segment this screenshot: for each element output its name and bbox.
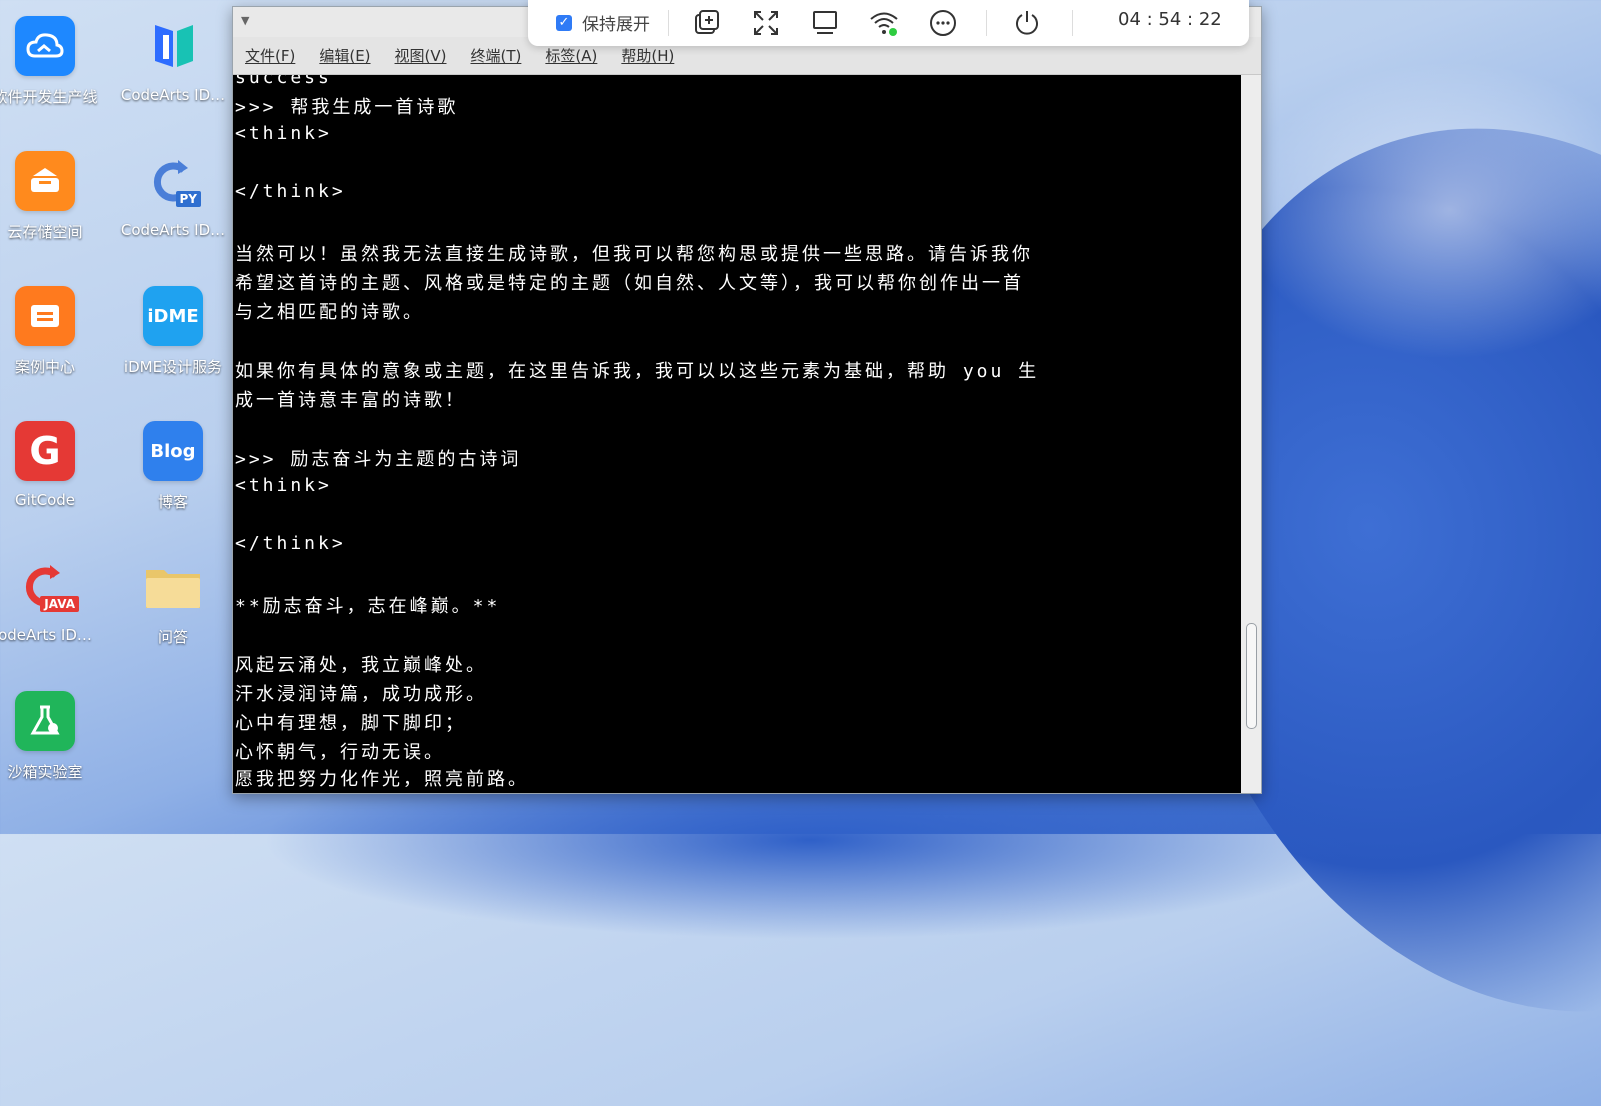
menu-help[interactable]: 帮助(H): [621, 45, 674, 66]
toolbar-divider: [986, 10, 987, 36]
menu-view[interactable]: 视图(V): [395, 45, 447, 66]
power-icon[interactable]: [1010, 6, 1044, 40]
desktop-icon-codearts-py[interactable]: PY CodeArts ID…: [110, 151, 236, 239]
add-window-icon[interactable]: [690, 6, 724, 40]
vertical-scrollbar[interactable]: [1241, 75, 1261, 793]
idme-icon: iDME: [143, 286, 203, 346]
menu-tabs[interactable]: 标签(A): [545, 45, 597, 66]
desktop-icon-label: iDME设计服务: [123, 358, 223, 376]
desktop-icon-case-center[interactable]: 案例中心: [0, 286, 108, 377]
keep-expanded-toggle[interactable]: ✓ 保持展开: [556, 10, 650, 35]
terminal-line: 心怀朝气，行动无误。: [235, 742, 445, 763]
terminal-line: 希望这首诗的主题、风格或是特定的主题（如自然、人文等），我可以帮你创作出一首: [235, 273, 1024, 294]
terminal-line: 与之相匹配的诗歌。: [235, 302, 424, 323]
terminal-line: </think>: [235, 533, 346, 554]
terminal-line: 汗水浸润诗篇，成功成形。: [235, 684, 487, 705]
terminal-line: 当然可以！虽然我无法直接生成诗歌，但我可以帮您构思或提供一些思路。请告诉我你: [235, 244, 1033, 265]
desktop-icon-label: odeArts ID…: [0, 626, 92, 644]
desktop-icon-sandbox-lab[interactable]: 沙箱实验室: [0, 691, 108, 782]
desktop-icon-qa-folder[interactable]: 问答: [110, 556, 236, 647]
terminal-line: </think>: [235, 181, 346, 202]
blog-icon: Blog: [143, 421, 203, 481]
terminal-line: >>> 帮我生成一首诗歌: [235, 97, 459, 118]
gitcode-icon: G: [15, 421, 75, 481]
terminal-line: **励志奋斗，志在峰巅。**: [235, 596, 501, 617]
desktop-icon-label: 沙箱实验室: [7, 763, 83, 781]
desktop-icon-label: 案例中心: [14, 358, 75, 376]
session-clock: 04 : 54 : 22: [1118, 9, 1222, 30]
desktop-icon-label: 软件开发生产线: [0, 88, 98, 106]
desktop-icon-devcloud[interactable]: 软件开发生产线: [0, 16, 108, 107]
keep-expanded-label: 保持展开: [582, 15, 650, 35]
codearts-icon: [143, 16, 203, 76]
menu-file[interactable]: 文件(F): [245, 45, 295, 66]
fullscreen-icon[interactable]: [749, 6, 783, 40]
java-icon: JAVA: [15, 556, 79, 616]
desktop-icon-codearts-ide[interactable]: CodeArts ID…: [110, 16, 236, 104]
desktop-icon-label: GitCode: [14, 491, 76, 509]
py-icon: PY: [143, 151, 203, 211]
folder-icon: [143, 556, 203, 616]
toolbar-divider: [668, 10, 669, 36]
terminal-line: 如果你有具体的意象或主题，在这里告诉我，我可以以这些元素为基础，帮助 you 生: [235, 361, 1040, 382]
desktop-icon-label: 博客: [157, 493, 188, 511]
remote-toolbar: ✓ 保持展开 04 : 54 : 22: [528, 0, 1249, 46]
storage-icon: [15, 151, 75, 211]
terminal-line: <think>: [235, 475, 332, 496]
terminal-output[interactable]: success >>> 帮我生成一首诗歌 <think> </think> 当然可以！虽…: [233, 75, 1241, 793]
desktop-icon-idme[interactable]: iDME iDME设计服务: [110, 286, 236, 377]
toolbar-divider: [1072, 10, 1073, 36]
terminal-line: success: [235, 75, 332, 88]
keep-expanded-checkbox[interactable]: ✓: [556, 14, 572, 31]
terminal-line: 成一首诗意丰富的诗歌！: [235, 390, 466, 411]
desktop-icon-codearts-java[interactable]: JAVA odeArts ID…: [0, 556, 108, 644]
desktop-icon-label: 云存储空间: [7, 223, 83, 241]
terminal-line: <think>: [235, 123, 332, 144]
more-icon[interactable]: [926, 6, 960, 40]
desktop-icon-gitcode[interactable]: G GitCode: [0, 421, 108, 509]
display-icon[interactable]: [808, 6, 842, 40]
terminal-line: 风起云涌处，我立巅峰处。: [235, 655, 487, 676]
java-badge: JAVA: [40, 596, 79, 612]
lab-icon: [15, 691, 75, 751]
desktop-icon-blog[interactable]: Blog 博客: [110, 421, 236, 512]
cloud-icon: [15, 16, 75, 76]
desktop-icon-label: CodeArts ID…: [120, 221, 226, 239]
terminal-line: >>> 励志奋斗为主题的古诗词: [235, 449, 522, 470]
terminal-line: 愿我把努力化作光，照亮前路。: [235, 769, 529, 790]
terminal-window[interactable]: ▼ 文件(F) 编辑(E) 视图(V) 终端(T) 标签(A) 帮助(H) su…: [232, 6, 1262, 794]
terminal-line: 心中有理想，脚下脚印；: [235, 713, 466, 734]
menu-edit[interactable]: 编辑(E): [319, 45, 370, 66]
wifi-icon[interactable]: [867, 6, 901, 40]
menu-terminal[interactable]: 终端(T): [471, 45, 522, 66]
case-icon: [15, 286, 75, 346]
desktop-icon-label: 问答: [157, 628, 188, 646]
desktop-icon-label: CodeArts ID…: [120, 86, 226, 104]
py-badge: PY: [175, 191, 201, 207]
scrollbar-thumb[interactable]: [1246, 623, 1257, 729]
window-menu-icon[interactable]: ▼: [241, 14, 249, 27]
desktop-icon-cloud-storage[interactable]: 云存储空间: [0, 151, 108, 242]
